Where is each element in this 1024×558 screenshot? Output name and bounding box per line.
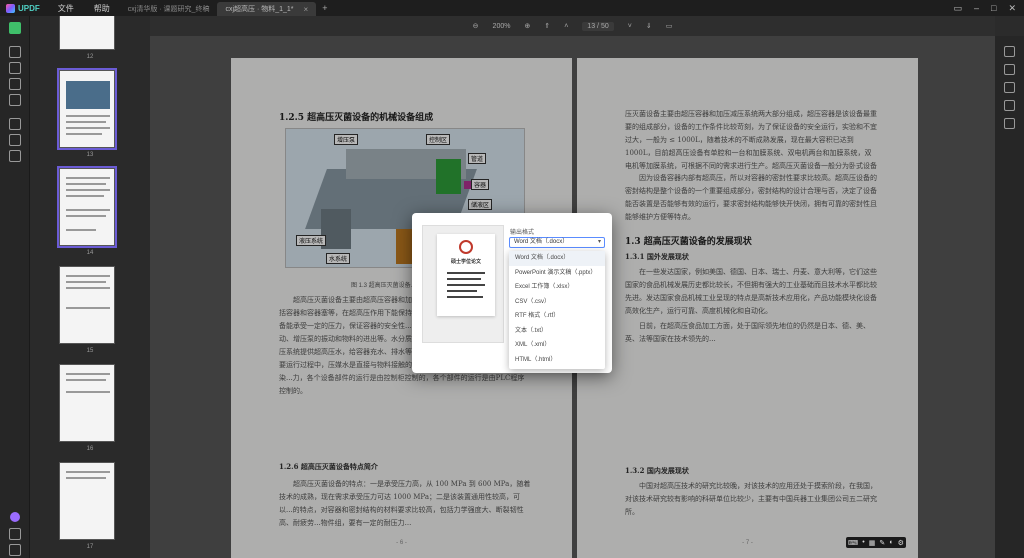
next-page-icon[interactable]: ˅ (628, 23, 632, 30)
floating-mini-toolbar: ⌨ • ▦ ✎ ◐ ⚙ (846, 537, 906, 548)
attachment-icon[interactable] (9, 544, 21, 556)
thumbnail-panel: 12 13 14 15 16 17 (30, 16, 150, 558)
format-dropdown: Word 文档（.docx） PowerPoint 演示文稿（.pptx） Ex… (509, 251, 605, 369)
image-icon[interactable] (9, 78, 21, 90)
thumbnail-page-number: 15 (86, 348, 94, 354)
menu-file[interactable]: 文件 (48, 3, 84, 14)
edit-icon[interactable] (9, 62, 21, 74)
page-thumbnail[interactable] (59, 364, 115, 442)
menu-help[interactable]: 帮助 (84, 3, 120, 14)
university-seal-icon (459, 240, 473, 254)
format-option-txt[interactable]: 文本（.txt） (509, 324, 605, 339)
chevron-down-icon: ▾ (597, 239, 601, 245)
selected-format: Word 文档（.docx） (514, 239, 569, 245)
total-pages: 50 (600, 22, 609, 30)
skin-icon[interactable]: ◐ (889, 539, 893, 546)
title-bar: UPDF 文件 帮助 cxj清华版 · 课题研究_终稿 cxj超高压 · 物料_… (0, 0, 1024, 16)
thumbnail-page-number: 17 (86, 544, 94, 550)
punctuation-icon[interactable]: • (862, 539, 864, 546)
reader-mode-icon[interactable] (9, 22, 21, 34)
settings-icon[interactable]: ⚙ (898, 539, 904, 547)
app-logo-icon (6, 3, 15, 13)
app-logo: UPDF (0, 3, 48, 13)
app-name: UPDF (18, 3, 40, 13)
input-method-icon[interactable]: ⌨ (848, 539, 858, 547)
current-page: 13 (587, 22, 596, 30)
last-page-icon[interactable]: ⇓ (646, 22, 652, 30)
tab-document-1[interactable]: cxj清华版 · 课题研究_终稿 (120, 2, 218, 16)
organize-pages-icon[interactable] (9, 134, 21, 146)
format-option-html[interactable]: HTML（.html） (509, 353, 605, 368)
window-controls: ▭ – □ ✕ (953, 3, 1024, 14)
share-icon[interactable] (1004, 100, 1015, 111)
format-option-docx[interactable]: Word 文档（.docx） (509, 251, 605, 266)
format-option-xml[interactable]: XML（.xml） (509, 338, 605, 353)
ai-assistant-icon[interactable] (10, 512, 20, 522)
page-thumbnail[interactable] (59, 266, 115, 344)
expand-icon[interactable]: ▭ (953, 3, 962, 14)
page-thumbnail-selected[interactable] (57, 68, 117, 150)
grid-icon[interactable]: ▦ (869, 539, 876, 547)
convert-icon[interactable] (1004, 64, 1015, 75)
search-icon[interactable] (1004, 46, 1015, 57)
zoom-level[interactable]: 200% (493, 23, 511, 30)
zoom-out-icon[interactable]: ⊖ (473, 22, 479, 30)
output-format-label: 输出格式 (510, 230, 535, 236)
right-tool-rail (995, 36, 1024, 558)
thumbnail-page-number: 12 (86, 54, 94, 60)
first-page-icon[interactable]: ⇑ (544, 22, 550, 30)
bookmark-icon[interactable] (9, 528, 21, 540)
save-icon[interactable] (1004, 118, 1015, 129)
layers-icon[interactable] (9, 150, 21, 162)
output-format-select[interactable]: Word 文档（.docx） ▾ (509, 237, 605, 248)
format-option-xlsx[interactable]: Excel 工作簿（.xlsx） (509, 280, 605, 295)
preview-title: 硕士学位论文 (450, 259, 481, 265)
pen-icon[interactable]: ✎ (879, 539, 885, 547)
tab-label: cxj超高压 · 物料_1_1* (225, 6, 294, 13)
ocr-icon[interactable] (9, 118, 21, 130)
format-option-pptx[interactable]: PowerPoint 演示文稿（.pptx） (509, 266, 605, 281)
page-thumbnail[interactable] (57, 166, 117, 248)
close-window-icon[interactable]: ✕ (1008, 3, 1016, 14)
new-tab-button[interactable]: + (316, 3, 333, 13)
tab-label: cxj清华版 · 课题研究_终稿 (127, 6, 210, 13)
page-number-input[interactable]: 13 / 50 (582, 21, 614, 31)
zoom-in-icon[interactable]: ⊕ (524, 22, 530, 30)
prev-page-icon[interactable]: ˄ (564, 23, 568, 30)
comment-icon[interactable] (9, 46, 21, 58)
maximize-icon[interactable]: □ (991, 3, 996, 14)
thumbnail-page-number: 14 (86, 250, 94, 256)
document-preview: 硕士学位论文 (422, 225, 504, 343)
preview-page: 硕士学位论文 (437, 234, 495, 316)
protect-icon[interactable] (1004, 82, 1015, 93)
view-toolbar: ⊖ 200% ⊕ ⇑ ˄ 13 / 50 ˅ ⇓ ▭ (150, 16, 995, 36)
page-thumbnail[interactable] (59, 462, 115, 540)
page-thumbnail[interactable] (59, 16, 115, 50)
minimize-icon[interactable]: – (974, 3, 979, 14)
thumbnail-page-number: 13 (86, 152, 94, 158)
form-icon[interactable] (9, 94, 21, 106)
format-option-csv[interactable]: CSV（.csv） (509, 295, 605, 310)
thumbnail-page-number: 16 (86, 446, 94, 452)
presentation-icon[interactable]: ▭ (666, 22, 673, 30)
format-option-rtf[interactable]: RTF 格式（.rtf） (509, 309, 605, 324)
left-tool-rail (0, 16, 30, 558)
tab-document-2[interactable]: cxj超高压 · 物料_1_1* × (217, 2, 317, 16)
close-tab-icon[interactable]: × (304, 5, 309, 14)
